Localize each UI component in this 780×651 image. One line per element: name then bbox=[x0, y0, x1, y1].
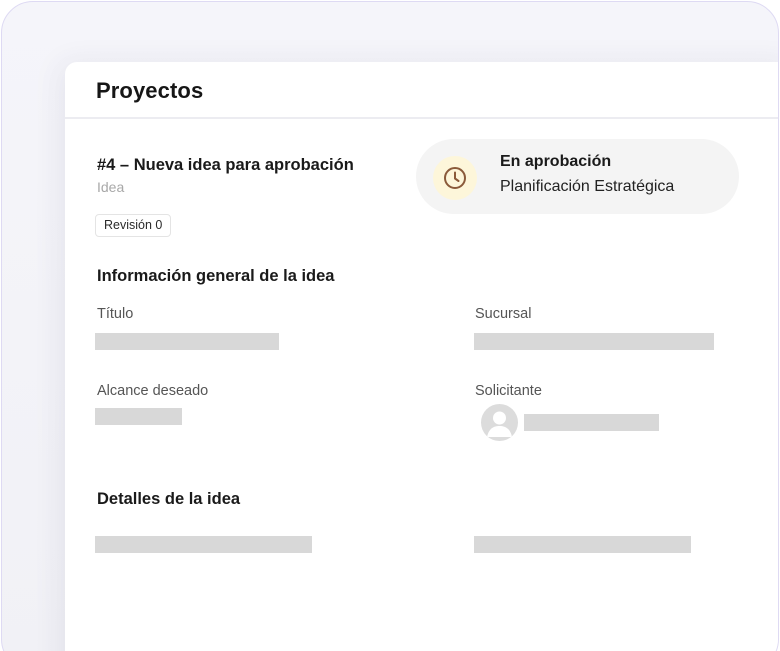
device-frame: Proyectos #4 – Nueva idea para aprobació… bbox=[1, 1, 779, 651]
titulo-value-placeholder bbox=[95, 333, 279, 350]
details-title: Detalles de la idea bbox=[97, 490, 241, 508]
revision-badge[interactable]: Revisión 0 bbox=[95, 214, 172, 237]
avatar bbox=[481, 404, 518, 441]
project-card: Proyectos #4 – Nueva idea para aprobació… bbox=[65, 62, 778, 651]
field-label-alcance: Alcance deseado bbox=[97, 383, 209, 399]
status-badge: En aprobación Planificación Estratégica bbox=[416, 139, 739, 214]
clock-icon bbox=[433, 156, 477, 200]
field-label-titulo: Título bbox=[97, 306, 134, 322]
status-title: En aprobación bbox=[500, 153, 612, 170]
field-label-solicitante: Solicitante bbox=[475, 383, 542, 399]
sucursal-value-placeholder bbox=[474, 333, 714, 350]
alcance-value-placeholder bbox=[95, 408, 182, 425]
details-placeholder-left bbox=[95, 536, 312, 553]
idea-title: #4 – Nueva idea para aprobación bbox=[97, 156, 354, 174]
card-header: Proyectos bbox=[65, 62, 778, 119]
solicitante-value-placeholder bbox=[524, 414, 659, 431]
details-placeholder-right bbox=[474, 536, 691, 553]
status-subtitle: Planificación Estratégica bbox=[500, 178, 675, 195]
page-title: Proyectos bbox=[96, 78, 204, 103]
field-label-sucursal: Sucursal bbox=[475, 306, 532, 322]
general-info-title: Información general de la idea bbox=[97, 267, 335, 285]
idea-type: Idea bbox=[97, 179, 125, 195]
